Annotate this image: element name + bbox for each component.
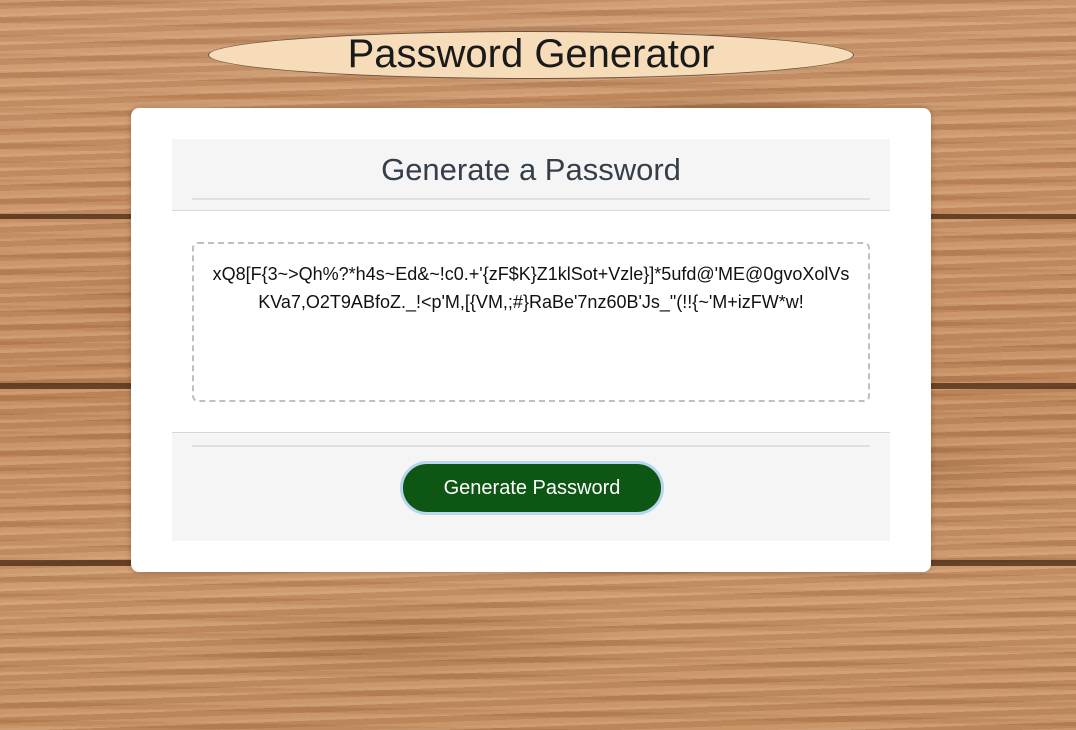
card-footer: Generate Password bbox=[172, 432, 890, 541]
generate-password-button[interactable]: Generate Password bbox=[400, 461, 664, 515]
footer-divider bbox=[192, 445, 870, 447]
password-output[interactable]: xQ8[F{3~>Qh%?*h4s~Ed&~!c0.+'{zF$K}Z1klSo… bbox=[192, 242, 870, 402]
title-banner: Password Generator bbox=[208, 31, 854, 79]
card-title: Generate a Password bbox=[192, 151, 870, 200]
page-background: { "header": { "title": "Password Generat… bbox=[0, 0, 1076, 730]
card-header: Generate a Password bbox=[172, 139, 890, 211]
password-card: Generate a Password xQ8[F{3~>Qh%?*h4s~Ed… bbox=[172, 139, 890, 541]
main-container: Generate a Password xQ8[F{3~>Qh%?*h4s~Ed… bbox=[131, 108, 931, 572]
card-body: xQ8[F{3~>Qh%?*h4s~Ed&~!c0.+'{zF$K}Z1klSo… bbox=[172, 212, 890, 432]
page-title: Password Generator bbox=[347, 32, 715, 76]
